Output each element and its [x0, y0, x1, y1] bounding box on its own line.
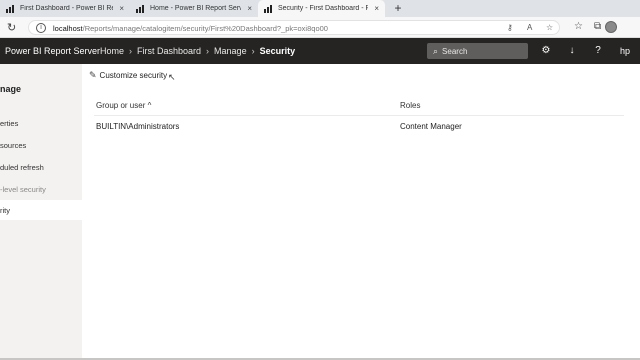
browser-tab-active[interactable]: Security - First Dashboard - Pow ×	[258, 0, 385, 17]
tab-title: Security - First Dashboard - Pow	[278, 5, 369, 12]
power-bi-icon	[264, 4, 272, 13]
app-name[interactable]: Power BI Report Server	[5, 46, 100, 56]
sidebar-item-security[interactable]: rity	[0, 200, 82, 220]
key-icon[interactable]: ⚷	[507, 23, 513, 32]
close-icon[interactable]: ×	[119, 4, 124, 13]
user-initials[interactable]: hp	[620, 46, 630, 56]
favorites-icon[interactable]: ☆	[574, 21, 583, 32]
sidebar-item-row-level-security[interactable]: -level security	[0, 180, 82, 200]
search-icon: ⌕	[433, 45, 439, 56]
table-header: Group or user ^ Roles	[94, 100, 624, 116]
sort-ascending-icon: ^	[147, 101, 152, 110]
manage-sidebar: nage erties sources duled refresh -level…	[0, 64, 82, 360]
table-row[interactable]: BUILTIN\Administrators Content Manager	[94, 120, 624, 136]
search-input[interactable]: ⌕ Search	[427, 43, 528, 59]
sidebar-title: nage	[0, 84, 22, 94]
tab-title: First Dashboard - Power BI Repo	[20, 5, 114, 12]
browser-toolbar: ↻ i localhost/Reports/manage/catalogitem…	[0, 17, 640, 38]
collections-icon[interactable]: ⧉	[594, 21, 601, 32]
browser-tab-strip: First Dashboard - Power BI Repo × Home -…	[0, 0, 640, 17]
close-icon[interactable]: ×	[247, 4, 252, 13]
sidebar-item-data-sources[interactable]: sources	[0, 136, 82, 156]
pencil-icon: ✎	[89, 70, 97, 80]
chevron-right-icon: ›	[129, 46, 133, 56]
address-bar[interactable]: i localhost/Reports/manage/catalogitem/s…	[28, 20, 560, 35]
breadcrumb-first-dashboard[interactable]: First Dashboard	[137, 46, 201, 56]
breadcrumb-security: Security	[259, 46, 296, 56]
breadcrumb: Home › First Dashboard › Manage › Securi…	[100, 46, 295, 56]
column-header-group[interactable]: Group or user ^	[96, 101, 151, 110]
close-icon[interactable]: ×	[374, 4, 379, 13]
profile-avatar[interactable]	[605, 21, 617, 33]
new-tab-button[interactable]: +	[391, 1, 405, 15]
cell-group: BUILTIN\Administrators	[96, 122, 180, 131]
info-icon[interactable]: i	[36, 23, 46, 33]
breadcrumb-home[interactable]: Home	[100, 46, 124, 56]
reload-icon[interactable]: ↻	[7, 21, 16, 34]
search-placeholder: Search	[442, 46, 468, 56]
chevron-right-icon: ›	[251, 46, 255, 56]
download-icon[interactable]: ↓	[565, 45, 579, 56]
url-text: localhost/Reports/manage/catalogitem/sec…	[53, 24, 328, 33]
sidebar-item-scheduled-refresh[interactable]: duled refresh	[0, 158, 82, 178]
favorite-star-icon[interactable]: ☆	[546, 23, 553, 32]
help-icon[interactable]: ?	[591, 45, 605, 56]
tab-title: Home - Power BI Report Server	[150, 5, 242, 12]
cell-roles: Content Manager	[400, 122, 462, 131]
app-header: Power BI Report Server Home › First Dash…	[0, 38, 640, 64]
customize-security-button[interactable]: ✎ Customize security	[89, 70, 167, 81]
power-bi-icon	[136, 4, 144, 13]
power-bi-icon	[6, 4, 14, 13]
chevron-right-icon: ›	[206, 46, 210, 56]
browser-tab[interactable]: Home - Power BI Report Server ×	[130, 0, 258, 17]
settings-gear-icon[interactable]: ⚙	[539, 45, 553, 56]
mouse-cursor-icon: ↖	[168, 72, 176, 82]
read-aloud-icon[interactable]: A	[527, 23, 532, 32]
main-content: ✎ Customize security ↖ Group or user ^ R…	[82, 64, 640, 360]
breadcrumb-manage[interactable]: Manage	[214, 46, 247, 56]
column-header-roles[interactable]: Roles	[400, 101, 420, 110]
sidebar-item-properties[interactable]: erties	[0, 114, 82, 134]
customize-security-label: Customize security	[99, 71, 168, 80]
browser-tab[interactable]: First Dashboard - Power BI Repo ×	[0, 0, 130, 17]
